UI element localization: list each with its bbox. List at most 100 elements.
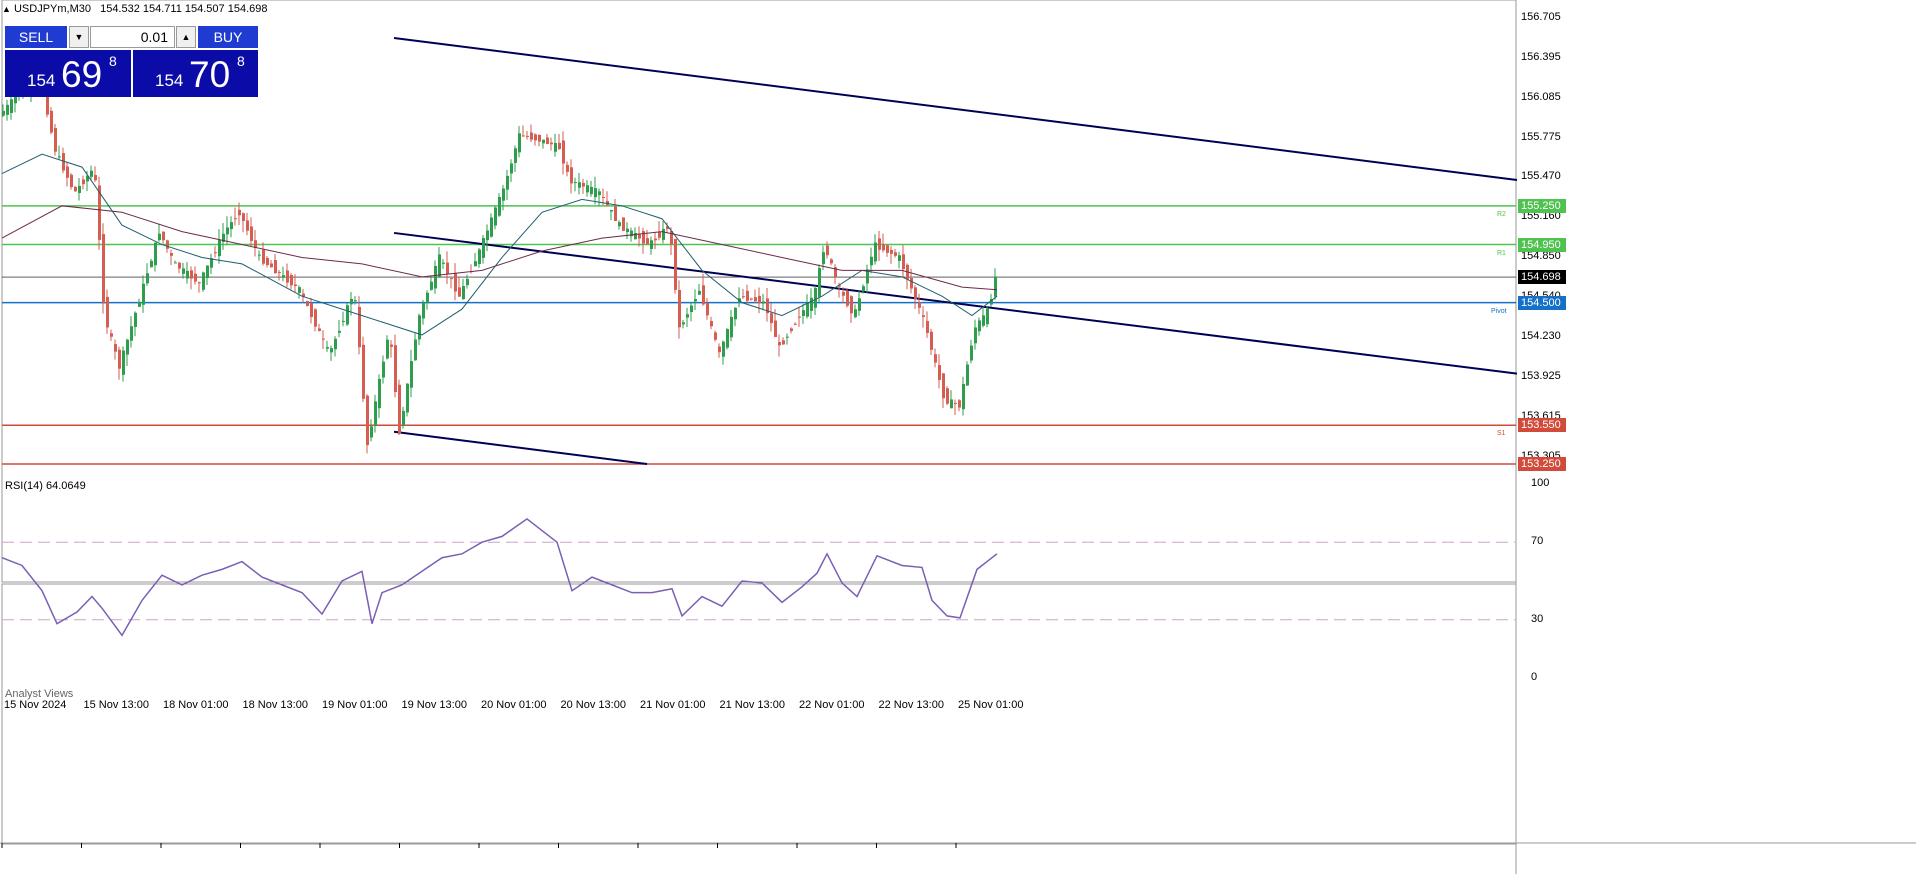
candle-body xyxy=(430,281,433,290)
candle-body xyxy=(226,227,229,235)
candle-body xyxy=(698,290,701,295)
candle-body xyxy=(290,274,293,286)
price-scale-label: 156.085 xyxy=(1521,91,1561,104)
candle-body xyxy=(418,315,421,340)
candle-body xyxy=(918,301,921,308)
time-axis-label: 19 Nov 13:00 xyxy=(401,699,467,711)
buy-button[interactable]: BUY xyxy=(198,26,258,48)
candle-body xyxy=(102,234,105,304)
candle-body xyxy=(690,305,693,313)
candle-body xyxy=(562,140,565,164)
candle-body xyxy=(278,272,281,274)
candle-body xyxy=(734,307,737,320)
candle-body xyxy=(586,185,589,193)
candle-body xyxy=(454,273,457,292)
candle-body xyxy=(438,254,441,277)
candle-body xyxy=(142,283,145,305)
time-axis-label: 18 Nov 13:00 xyxy=(242,699,308,711)
candle-body xyxy=(426,292,429,303)
candle-body xyxy=(154,242,157,266)
candle-body xyxy=(486,230,489,241)
sell-price-display[interactable]: 154 69 8 xyxy=(5,50,131,97)
buy-price-display[interactable]: 154 70 8 xyxy=(133,50,258,97)
candle-body xyxy=(358,306,361,348)
candle-body xyxy=(130,326,133,341)
lot-size-input[interactable] xyxy=(90,26,175,48)
candle-body xyxy=(814,287,817,308)
candle-body xyxy=(530,132,533,140)
candle-body xyxy=(90,170,93,177)
candle-body xyxy=(406,383,409,413)
candle-body xyxy=(882,244,885,251)
candle-body xyxy=(790,328,793,332)
candle-body xyxy=(558,142,561,149)
candle-body xyxy=(506,175,509,190)
candle-body xyxy=(70,174,73,188)
candle-body xyxy=(318,328,321,332)
candle-body xyxy=(730,316,733,338)
candle-body xyxy=(654,238,657,241)
candle-body xyxy=(346,305,349,325)
chevron-down-icon[interactable]: ▼ xyxy=(69,26,89,48)
candle-body xyxy=(10,99,13,113)
sell-price-main: 69 xyxy=(61,54,103,95)
candle-body xyxy=(326,347,329,349)
time-axis-label: 20 Nov 13:00 xyxy=(560,699,626,711)
candle-body xyxy=(858,298,861,311)
candle-body xyxy=(446,262,449,275)
candle-body xyxy=(170,253,173,256)
analyst-views-tab[interactable]: Analyst Views xyxy=(5,688,73,700)
candle-body xyxy=(582,182,585,187)
candle-body xyxy=(398,384,401,434)
candle-body xyxy=(510,163,513,174)
candle-body xyxy=(314,309,317,327)
candle-body xyxy=(794,323,797,325)
candle-body xyxy=(282,275,285,278)
candle-body xyxy=(750,298,753,300)
rsi-scale-label: 30 xyxy=(1531,612,1544,625)
candle-body xyxy=(190,270,193,279)
candle-body xyxy=(74,186,77,192)
candle-body xyxy=(974,327,977,344)
candle-body xyxy=(354,300,357,302)
price-scale-label: 155.470 xyxy=(1521,170,1561,183)
candle-body xyxy=(806,302,809,317)
sell-button[interactable]: SELL xyxy=(5,26,67,48)
candle-body xyxy=(94,175,97,181)
candle-body xyxy=(930,331,933,350)
candle-body xyxy=(286,270,289,283)
candle-body xyxy=(162,231,165,241)
candle-body xyxy=(602,196,605,198)
time-axis-label: 15 Nov 2024 xyxy=(4,699,67,711)
price-scale-label: 156.705 xyxy=(1521,11,1561,23)
candle-body xyxy=(674,238,677,290)
candle-body xyxy=(894,252,897,256)
candle-body xyxy=(842,291,845,296)
channel-bottom-trendline[interactable] xyxy=(393,430,648,465)
time-axis-label: 22 Nov 01:00 xyxy=(799,699,865,711)
candle-body xyxy=(410,361,413,388)
candle-body xyxy=(946,388,949,404)
candle-body xyxy=(886,245,889,253)
chevron-up-icon[interactable]: ▲ xyxy=(176,26,196,48)
candle-body xyxy=(122,350,125,375)
candle-body xyxy=(202,272,205,290)
candle-body xyxy=(874,242,877,262)
candle-body xyxy=(14,96,17,104)
candle-body xyxy=(490,217,493,237)
candle-body xyxy=(682,322,685,325)
candle-body xyxy=(66,166,69,178)
candle-body xyxy=(754,297,757,302)
candle-body xyxy=(58,156,61,158)
candle-body xyxy=(50,110,53,133)
buy-price-prefix: 154 xyxy=(155,71,184,90)
candle-body xyxy=(646,238,649,245)
triangle-up-icon[interactable]: ▲ xyxy=(2,4,11,14)
candle-body xyxy=(214,252,217,254)
candle-body xyxy=(770,313,773,324)
chart-canvas[interactable] xyxy=(0,0,1916,874)
candle-body xyxy=(694,299,697,302)
candle-body xyxy=(846,290,849,306)
candle-body xyxy=(614,206,617,222)
candle-body xyxy=(758,295,761,304)
